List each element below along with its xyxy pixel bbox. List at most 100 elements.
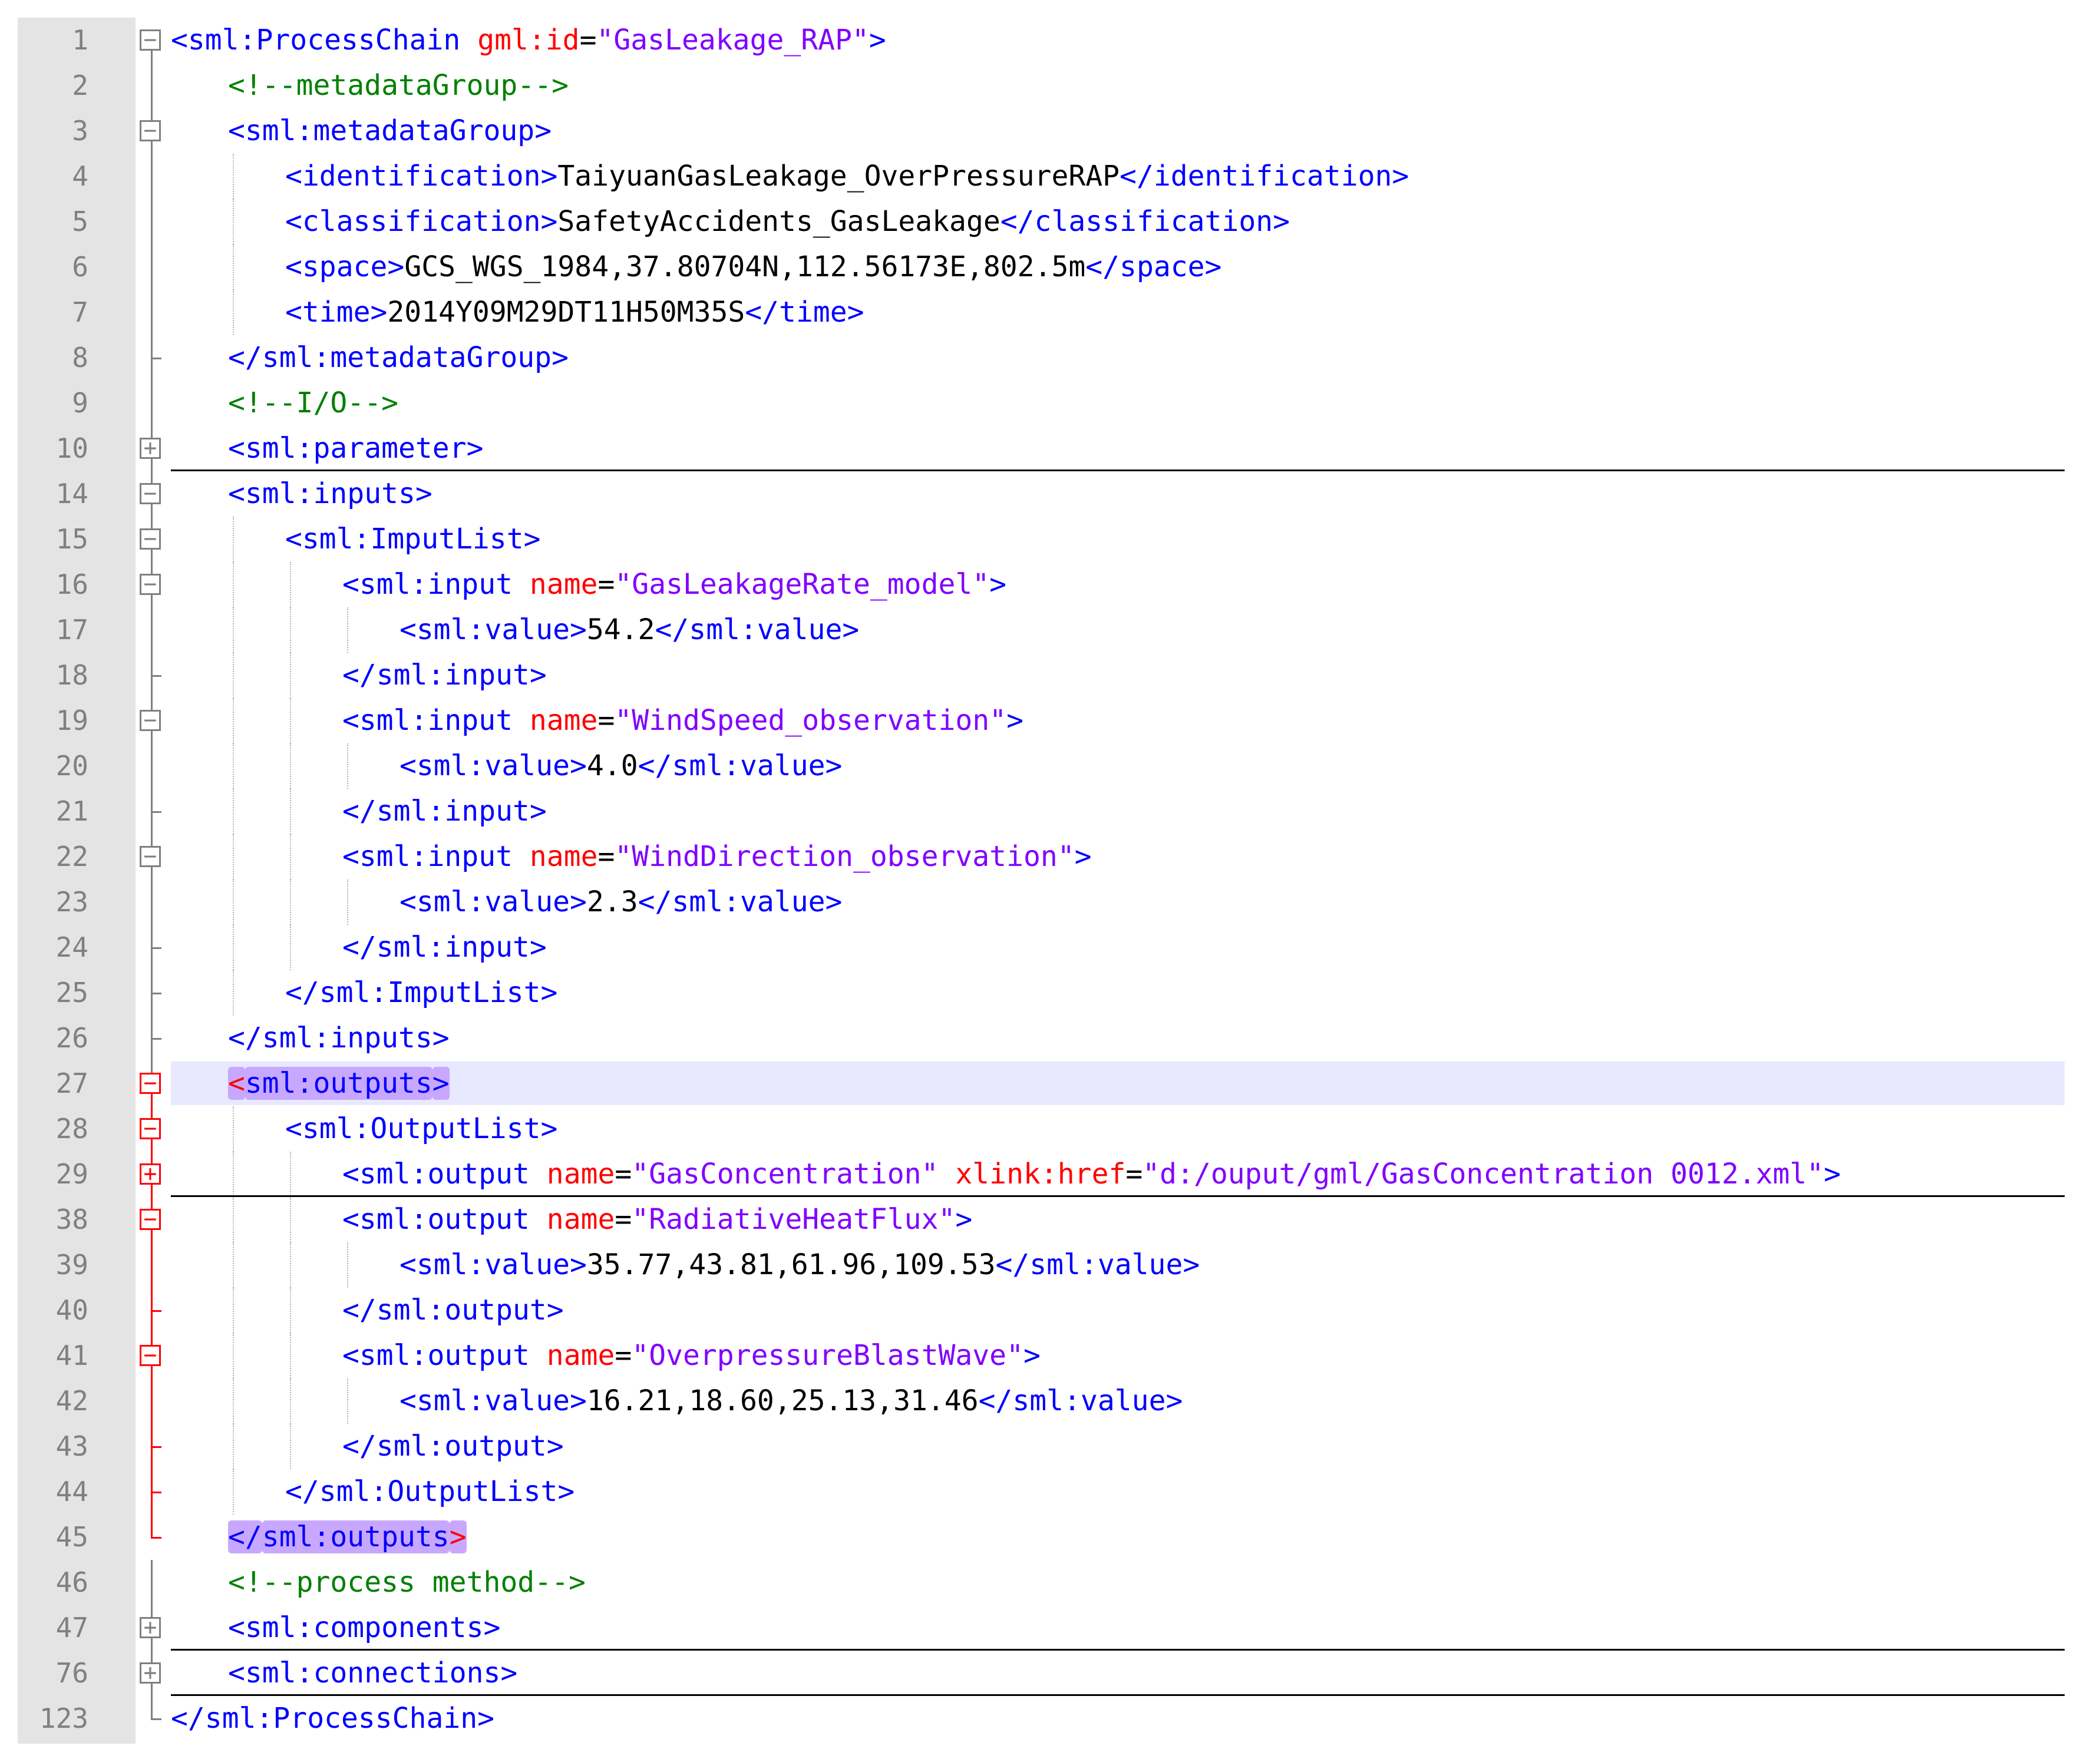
code-text: <sml:parameter> (228, 426, 484, 471)
code-text: </sml:output> (342, 1424, 564, 1469)
code-line[interactable]: 38 − <sml:output name="RadiativeHeatFlux"> (0, 1197, 2100, 1242)
fold-line (151, 1560, 153, 1605)
code-text: <space>GCS_WGS_1984,37.80704N,112.56173E… (285, 244, 1221, 290)
code-line[interactable]: 45 </sml:outputs> (0, 1515, 2100, 1560)
code-token: </ (995, 1248, 1030, 1281)
collapse-fold-icon[interactable]: − (140, 1344, 161, 1366)
collapse-fold-icon[interactable]: − (140, 1117, 161, 1139)
code-line[interactable]: 27 − <sml:outputs> (0, 1061, 2100, 1106)
code-line[interactable]: 24 </sml:input> (0, 925, 2100, 970)
indent-guide (290, 834, 291, 880)
expand-fold-icon[interactable]: + (140, 437, 161, 459)
code-token: sml:inputs (262, 1021, 432, 1054)
code-line[interactable]: 25 </sml:ImputList> (0, 970, 2100, 1016)
code-line[interactable]: 41 − <sml:output name="OverpressureBlastWa… (0, 1333, 2100, 1378)
indent-guide (347, 743, 348, 789)
code-line[interactable]: 20 <sml:value>4.0</sml:value> (0, 743, 2100, 789)
code-line[interactable]: 17 <sml:value>54.2</sml:value> (0, 607, 2100, 653)
code-token: sml:output (359, 1339, 530, 1372)
collapse-fold-icon[interactable]: − (140, 119, 161, 141)
code-line[interactable]: 26 </sml:inputs> (0, 1016, 2100, 1061)
collapse-fold-icon[interactable]: − (140, 1208, 161, 1230)
code-line[interactable]: 28 − <sml:OutputList> (0, 1106, 2100, 1152)
expand-fold-icon[interactable]: + (140, 1616, 161, 1638)
code-line[interactable]: 23 <sml:value>2.3</sml:value> (0, 880, 2100, 925)
collapse-fold-icon[interactable]: − (140, 573, 161, 595)
indent-guide (233, 199, 234, 244)
code-token: > (483, 1611, 501, 1644)
code-line[interactable]: 1 − <sml:ProcessChain gml:id="GasLeakage_R… (0, 18, 2100, 63)
collapse-fold-icon[interactable]: − (140, 527, 161, 550)
code-line[interactable]: 15 − <sml:ImputList> (0, 517, 2100, 562)
code-line[interactable]: 14 − <sml:inputs> (0, 471, 2100, 517)
line-number: 15 (55, 523, 88, 555)
code-token: > (370, 296, 388, 329)
code-token: </ (171, 1702, 205, 1735)
collapse-fold-icon[interactable]: − (140, 1072, 161, 1094)
code-line[interactable]: 3 − <sml:metadataGroup> (0, 108, 2100, 154)
code-text: </sml:metadataGroup> (228, 335, 569, 381)
expand-fold-icon[interactable]: + (140, 1661, 161, 1684)
code-line[interactable]: 19 − <sml:input name="WindSpeed_observatio… (0, 698, 2100, 743)
code-token: </ (342, 795, 377, 828)
code-token: < (399, 1248, 417, 1281)
indent-guide (233, 562, 234, 607)
fold-end-tick (151, 1446, 161, 1448)
collapse-fold-icon[interactable]: − (140, 28, 161, 51)
code-line[interactable]: 40 </sml:output> (0, 1288, 2100, 1333)
fold-end-tick (151, 675, 161, 677)
code-line[interactable]: 8 </sml:metadataGroup> (0, 335, 2100, 381)
code-line[interactable]: 44 </sml:OutputList> (0, 1469, 2100, 1515)
code-line[interactable]: 16 − <sml:input name="GasLeakageRate_model… (0, 562, 2100, 607)
code-line[interactable]: 46 <!--process method--> (0, 1560, 2100, 1605)
line-number: 9 (72, 387, 88, 419)
code-token: "GasConcentration" (632, 1158, 939, 1191)
code-line[interactable]: 6 <space>GCS_WGS_1984,37.80704N,112.56173… (0, 244, 2100, 290)
line-number: 44 (55, 1476, 88, 1507)
code-token: sml:value (672, 749, 826, 782)
indent-guide (233, 834, 234, 880)
code-line[interactable]: 21 </sml:input> (0, 789, 2100, 834)
code-line[interactable]: 2 <!--metadataGroup--> (0, 63, 2100, 108)
code-token: </ (655, 613, 689, 646)
fold-line (151, 154, 153, 199)
code-line[interactable]: 9 <!--I/O--> (0, 381, 2100, 426)
code-line[interactable]: 5 <classification>SafetyAccidents_GasLeak… (0, 199, 2100, 244)
code-token: > (540, 160, 558, 193)
code-line[interactable]: 22 − <sml:input name="WindDirection_observ… (0, 834, 2100, 880)
code-line[interactable]: 7 <time>2014Y09M29DT11H50M35S</time> (0, 290, 2100, 335)
code-line[interactable]: 47 + <sml:components> (0, 1605, 2100, 1651)
collapse-fold-icon[interactable]: − (140, 845, 161, 867)
code-text: <time>2014Y09M29DT11H50M35S</time> (285, 290, 864, 335)
collapse-fold-icon[interactable]: − (140, 482, 161, 504)
code-line[interactable]: 43 </sml:output> (0, 1424, 2100, 1469)
code-line[interactable]: 76 + <sml:connections> (0, 1651, 2100, 1696)
code-editor[interactable]: 1− <sml:ProcessChain gml:id="GasLeakage_R… (0, 0, 2100, 1759)
fold-end-tick (151, 993, 161, 994)
code-token: GCS_WGS_1984,37.80704N,112.56173E,802.5m (404, 250, 1086, 283)
code-token: identification (1153, 160, 1392, 193)
code-line[interactable]: 18 </sml:input> (0, 653, 2100, 698)
line-number: 22 (55, 841, 88, 872)
code-line[interactable]: 39 <sml:value>35.77,43.81,61.96,109.53</s… (0, 1242, 2100, 1288)
line-number: 23 (55, 886, 88, 918)
code-line[interactable]: 4 <identification>TaiyuanGasLeakage_OverP… (0, 154, 2100, 199)
code-token: </ (285, 1475, 319, 1508)
code-line[interactable]: 29 + <sml:output name="GasConcentration" x… (0, 1152, 2100, 1197)
code-text: <!--metadataGroup--> (228, 63, 569, 108)
code-line[interactable]: 10 + <sml:parameter> (0, 426, 2100, 471)
indent-guide (233, 1469, 234, 1515)
expand-fold-icon[interactable]: + (140, 1162, 161, 1185)
indent-guide (233, 880, 234, 925)
code-token: > (523, 523, 541, 556)
code-line[interactable]: 42 <sml:value>16.21,18.60,25.13,31.46</sm… (0, 1378, 2100, 1424)
code-token: = (597, 840, 615, 873)
line-number: 18 (55, 659, 88, 691)
code-line[interactable]: 123 </sml:ProcessChain> (0, 1696, 2100, 1741)
code-token: 4.0 (586, 749, 638, 782)
collapse-fold-icon[interactable]: − (140, 709, 161, 731)
code-text: </sml:input> (342, 925, 547, 970)
